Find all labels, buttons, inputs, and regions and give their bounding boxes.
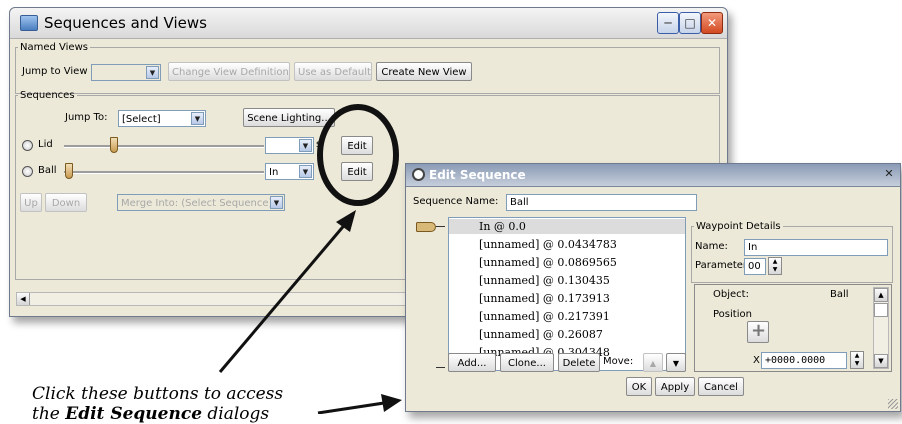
arrowhead-right-icon [381, 394, 402, 412]
caption-emphasis: Edit Sequence [65, 404, 203, 424]
caption-suffix: dialogs [202, 404, 270, 424]
pointer-arrow-right [317, 401, 385, 414]
annotation-overlay [207, 104, 402, 414]
caption-line-2: the Edit Sequence dialogs [32, 404, 269, 424]
pointer-arrow-up [218, 221, 349, 373]
caption-line-1: Click these buttons to access [32, 384, 284, 404]
caption-prefix: the [32, 404, 66, 424]
highlight-ellipse [317, 104, 399, 206]
spacer-line [207, 376, 312, 378]
arrowhead-up-icon [336, 210, 356, 232]
